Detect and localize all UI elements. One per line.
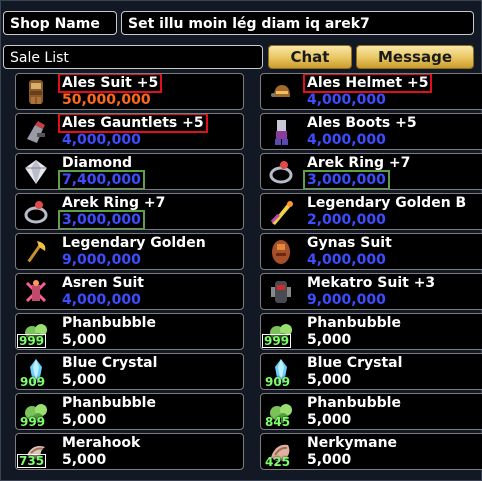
item-name: Legendary Golden B: [307, 195, 467, 211]
armor-suit-icon: [19, 76, 53, 108]
item-name: Blue Crystal: [62, 355, 158, 371]
boots-icon: [264, 116, 298, 148]
item-name: Asren Suit: [62, 275, 144, 291]
item-name: Mekatro Suit +3: [307, 275, 436, 291]
sale-item-slot[interactable]: Ales Helmet +5 4,000,000: [260, 73, 482, 110]
sale-item-slot[interactable]: 999 Phanbubble 5,000: [15, 393, 244, 430]
item-price: 9,000,000: [307, 292, 386, 308]
diamond-icon: [19, 156, 53, 188]
item-price: 5,000: [307, 412, 352, 428]
item-price: 7,400,000: [58, 170, 145, 189]
message-button[interactable]: Message: [356, 45, 474, 69]
mekatro-suit-icon: [264, 276, 298, 308]
item-name: Nerkymane: [307, 435, 398, 451]
item-name: Ales Boots +5: [307, 115, 417, 131]
item-name: Ales Gauntlets +5: [58, 114, 208, 133]
item-price: 2,000,000: [307, 212, 386, 228]
gauntlet-icon: [19, 116, 53, 148]
sale-item-slot[interactable]: Arek Ring +7 3,000,000: [260, 153, 482, 190]
item-name: Ales Helmet +5: [303, 74, 433, 93]
shop-name-label: Shop Name: [3, 11, 117, 35]
item-price: 4,000,000: [62, 292, 141, 308]
item-price: 50,000,000: [62, 92, 151, 108]
sale-item-slot[interactable]: Diamond 7,400,000: [15, 153, 244, 190]
item-price: 5,000: [62, 452, 107, 468]
shop-name-field[interactable]: Set illu moin lég diam iq arek7: [121, 11, 474, 35]
item-quantity: 909: [265, 375, 291, 389]
item-quantity: 735: [17, 454, 47, 468]
sale-item-slot[interactable]: 999 Phanbubble 5,000: [260, 313, 482, 350]
helmet-icon: [264, 76, 298, 108]
gynas-suit-icon: [264, 236, 298, 268]
sale-item-slot[interactable]: Ales Boots +5 4,000,000: [260, 113, 482, 150]
item-price: 5,000: [62, 332, 107, 348]
item-name: Arek Ring +7: [62, 195, 166, 211]
item-price: 4,000,000: [307, 132, 386, 148]
item-name: Phanbubble: [62, 315, 156, 331]
item-name: Arek Ring +7: [307, 155, 411, 171]
golden-sword-icon: [264, 196, 298, 228]
item-quantity: 999: [20, 415, 46, 429]
item-quantity: 425: [265, 455, 291, 469]
item-price: 4,000,000: [307, 92, 386, 108]
item-name: Phanbubble: [307, 315, 401, 331]
sale-item-slot[interactable]: Asren Suit 4,000,000: [15, 273, 244, 310]
sale-item-slot[interactable]: Legendary Golden 9,000,000: [15, 233, 244, 270]
sale-item-slot[interactable]: 909 Blue Crystal 5,000: [15, 353, 244, 390]
sale-item-slot[interactable]: 735 Merahook 5,000: [15, 433, 244, 470]
ring-icon: [264, 156, 298, 188]
sale-list-label: Sale List: [3, 45, 263, 69]
sale-item-slot[interactable]: Gynas Suit 4,000,000: [260, 233, 482, 270]
item-name: Legendary Golden: [62, 235, 206, 251]
sale-item-slot[interactable]: 909 Blue Crystal 5,000: [260, 353, 482, 390]
sale-item-slot[interactable]: Ales Gauntlets +5 4,000,000: [15, 113, 244, 150]
sale-item-slot[interactable]: 845 Phanbubble 5,000: [260, 393, 482, 430]
item-quantity: 999: [17, 334, 47, 348]
ring-icon: [19, 196, 53, 228]
item-name: Phanbubble: [307, 395, 401, 411]
item-name: Diamond: [62, 155, 133, 171]
sale-item-slot[interactable]: 999 Phanbubble 5,000: [15, 313, 244, 350]
item-quantity: 845: [265, 415, 291, 429]
sale-item-slot[interactable]: Ales Suit +5 50,000,000: [15, 73, 244, 110]
item-price: 4,000,000: [62, 132, 141, 148]
item-name: Merahook: [62, 435, 141, 451]
item-name: Phanbubble: [62, 395, 156, 411]
item-name: Ales Suit +5: [58, 74, 163, 93]
item-price: 5,000: [307, 452, 352, 468]
item-price: 4,000,000: [307, 252, 386, 268]
golden-axe-icon: [19, 236, 53, 268]
item-quantity: 909: [20, 375, 46, 389]
sale-item-slot[interactable]: Arek Ring +7 3,000,000: [15, 193, 244, 230]
item-price: 9,000,000: [62, 252, 141, 268]
sale-item-slot[interactable]: Legendary Golden B 2,000,000: [260, 193, 482, 230]
item-price: 3,000,000: [303, 170, 390, 189]
item-price: 5,000: [307, 332, 352, 348]
item-price: 3,000,000: [58, 210, 145, 229]
item-price: 5,000: [62, 412, 107, 428]
sale-item-slot[interactable]: Mekatro Suit +3 9,000,000: [260, 273, 482, 310]
asren-suit-icon: [19, 276, 53, 308]
item-name: Blue Crystal: [307, 355, 403, 371]
item-price: 5,000: [62, 372, 107, 388]
chat-button[interactable]: Chat: [268, 45, 352, 69]
item-quantity: 999: [262, 334, 292, 348]
sale-item-grid: Ales Suit +5 50,000,000 Ales Helmet +5 4,00…: [15, 73, 482, 481]
item-price: 5,000: [307, 372, 352, 388]
sale-item-slot[interactable]: 425 Nerkymane 5,000: [260, 433, 482, 470]
item-name: Gynas Suit: [307, 235, 392, 251]
